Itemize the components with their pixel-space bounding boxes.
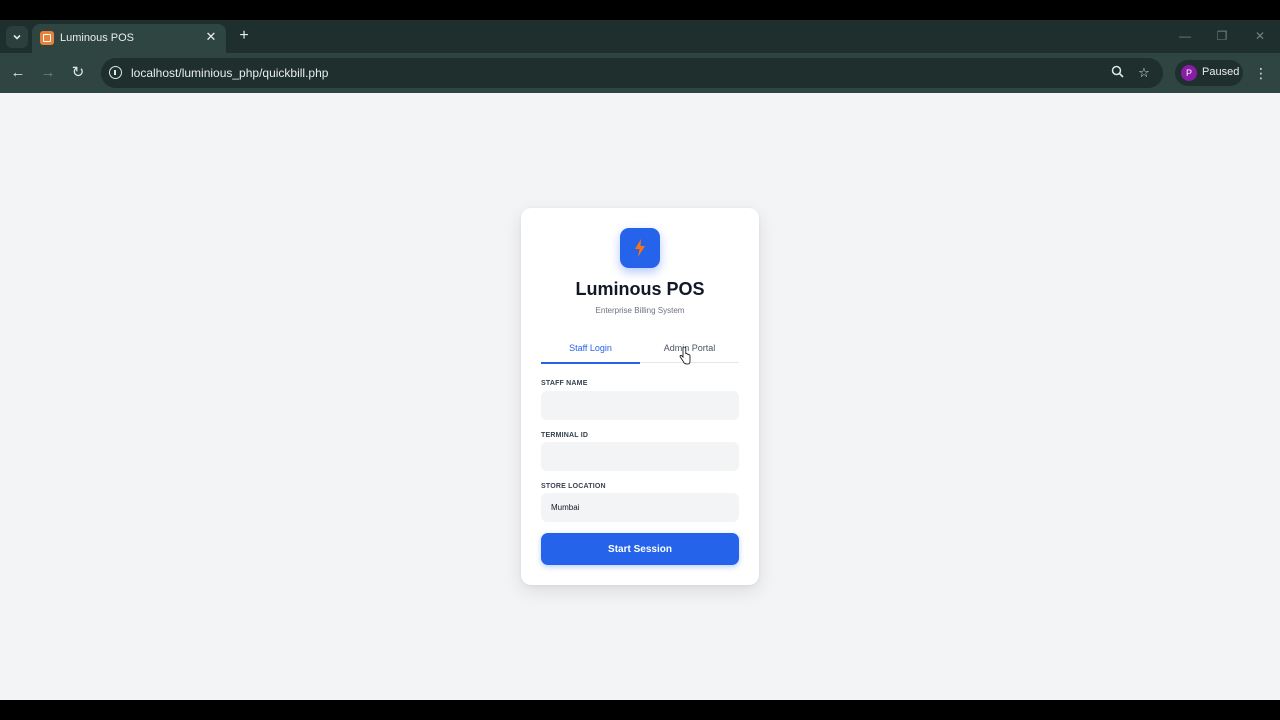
browser-toolbar: ← → ↻ localhost/luminious_php/quickbill.… [0,53,1280,93]
plus-icon[interactable]: + [236,28,252,44]
url-text[interactable]: localhost/luminious_php/quickbill.php [131,66,328,80]
staff-name-label: STAFF NAME [541,380,588,387]
tab-search-icon[interactable] [6,26,28,48]
bottom-strip [0,700,1280,720]
login-tabs: Staff Login Admin Portal [541,336,739,364]
browser-tab[interactable]: Luminous POS ✕ [32,24,226,53]
page-content: Luminous POS Enterprise Billing System S… [0,93,1280,700]
terminal-id-label: TERMINAL ID [541,432,589,439]
back-icon[interactable]: ← [9,64,27,82]
address-bar[interactable]: localhost/luminious_php/quickbill.php ☆ [101,58,1163,88]
top-strip [0,0,1280,20]
app-logo [620,228,660,268]
window-close-icon[interactable]: ✕ [1253,29,1267,43]
reload-icon[interactable]: ↻ [69,64,87,82]
start-session-button[interactable]: Start Session [541,533,739,565]
profile-button[interactable]: P Paused [1175,60,1243,86]
bolt-icon [635,239,645,257]
zoom-icon[interactable] [1109,65,1125,81]
info-icon[interactable] [109,66,122,79]
close-icon[interactable]: ✕ [204,30,218,44]
cursor-icon [679,347,691,365]
tab-staff-login[interactable]: Staff Login [541,336,640,364]
favicon-icon [40,31,54,45]
tab-bar: Luminous POS ✕ + — ❐ ✕ [0,20,1280,53]
login-card: Luminous POS Enterprise Billing System S… [521,208,759,585]
avatar: P [1181,65,1197,81]
restore-icon[interactable]: ❐ [1215,29,1229,43]
store-location-label: STORE LOCATION [541,483,606,490]
star-icon[interactable]: ☆ [1136,65,1152,81]
forward-icon[interactable]: → [39,64,57,82]
page-title: Luminous POS [575,279,705,299]
tab-title: Luminous POS [60,32,134,44]
store-location-input[interactable] [541,493,739,522]
minimize-icon[interactable]: — [1178,29,1192,43]
screen: Luminous POS ✕ + — ❐ ✕ ← → ↻ localhost/l… [0,0,1280,720]
staff-name-input[interactable] [541,391,739,420]
terminal-id-input[interactable] [541,442,739,471]
page-subtitle: Enterprise Billing System [595,306,685,315]
menu-icon[interactable]: ⋮ [1253,64,1269,82]
profile-status: Paused [1202,66,1240,78]
